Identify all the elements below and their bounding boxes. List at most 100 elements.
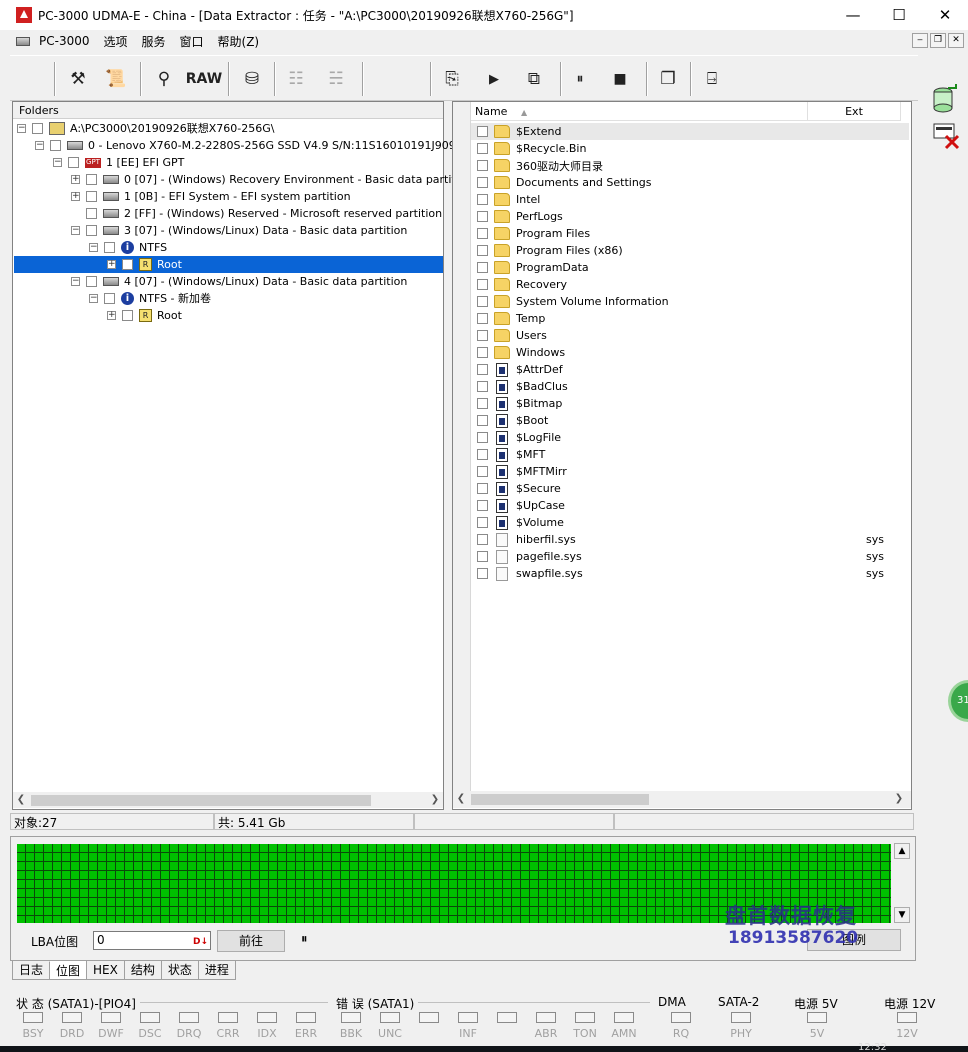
file-row[interactable]: Program Files	[471, 225, 909, 242]
tree-checkbox[interactable]	[122, 310, 133, 321]
tab-structure[interactable]: 结构	[123, 961, 162, 980]
tree-node-partition-4[interactable]: − 4 [07] - (Windows/Linux) Data - Basic …	[71, 273, 407, 290]
tree-node-disk[interactable]: − 0 - Lenovo X760-M.2-2280S-256G SSD V4.…	[35, 137, 490, 154]
scroll-right-icon[interactable]: ❯	[427, 792, 443, 808]
files-horizontal-scrollbar[interactable]: ❮ ❯	[453, 791, 911, 808]
collapse-toggle-icon[interactable]: −	[89, 243, 98, 252]
file-row[interactable]: Intel	[471, 191, 909, 208]
file-checkbox[interactable]	[477, 483, 488, 494]
tab-log[interactable]: 日志	[12, 961, 51, 980]
tree-node-task[interactable]: − A:\PC3000\20190926联想X760-256G\	[17, 120, 274, 137]
file-row[interactable]: $AttrDef	[471, 361, 909, 378]
tab-state[interactable]: 状态	[160, 961, 199, 980]
scroll-map-icon[interactable]: 📜	[100, 64, 132, 94]
close-button[interactable]: ✕	[922, 0, 968, 30]
mdi-close-button[interactable]: ✕	[948, 33, 964, 48]
lba-input[interactable]: 0 D↓	[93, 931, 211, 950]
file-checkbox[interactable]	[477, 245, 488, 256]
file-checkbox[interactable]	[477, 296, 488, 307]
menu-options[interactable]: 选项	[96, 33, 134, 50]
bitmap-pause-button[interactable]: ⏸	[301, 932, 308, 947]
decimal-mode-icon[interactable]: D↓	[193, 934, 208, 951]
file-checkbox[interactable]	[477, 126, 488, 137]
file-checkbox[interactable]	[477, 143, 488, 154]
collapse-toggle-icon[interactable]: −	[89, 294, 98, 303]
file-checkbox[interactable]	[477, 177, 488, 188]
file-row[interactable]: $Boot	[471, 412, 909, 429]
file-checkbox[interactable]	[477, 432, 488, 443]
file-checkbox[interactable]	[477, 194, 488, 205]
save-folder-icon[interactable]: ⎘	[436, 64, 468, 94]
menu-window[interactable]: 窗口	[173, 33, 211, 50]
scroll-thumb[interactable]	[31, 795, 371, 806]
menu-pc3000[interactable]: PC-3000	[32, 34, 96, 48]
file-row[interactable]: Users	[471, 327, 909, 344]
tree-checkbox[interactable]	[50, 140, 61, 151]
tree-checkbox[interactable]	[86, 174, 97, 185]
network-icon[interactable]: ⧉	[518, 64, 550, 94]
file-checkbox[interactable]	[477, 313, 488, 324]
windows-icon[interactable]: ❐	[652, 64, 684, 94]
raw-button[interactable]: RAW	[186, 64, 222, 94]
file-row[interactable]: pagefile.sys sys	[471, 548, 909, 565]
file-row[interactable]: Documents and Settings	[471, 174, 909, 191]
menu-help[interactable]: 帮助(Z)	[211, 33, 267, 50]
file-row[interactable]: $MFTMirr	[471, 463, 909, 480]
file-row[interactable]: Windows	[471, 344, 909, 361]
file-checkbox[interactable]	[477, 279, 488, 290]
disk-open-icon[interactable]: ⛁	[236, 64, 268, 94]
scroll-left-icon[interactable]: ❮	[13, 792, 29, 808]
file-row[interactable]: swapfile.sys sys	[471, 565, 909, 582]
binoculars-search-icon[interactable]: ⚲	[148, 64, 180, 94]
tab-process[interactable]: 进程	[197, 961, 236, 980]
tree-checkbox[interactable]	[86, 276, 97, 287]
maximize-button[interactable]: ☐	[876, 0, 922, 30]
tree-node-ntfs-1[interactable]: − i NTFS	[89, 239, 167, 256]
expand-toggle-icon[interactable]: +	[71, 192, 80, 201]
tab-hex[interactable]: HEX	[86, 961, 125, 980]
file-checkbox[interactable]	[477, 160, 488, 171]
file-row[interactable]: $Recycle.Bin	[471, 140, 909, 157]
scroll-up-icon[interactable]: ▲	[894, 843, 910, 859]
scroll-down-icon[interactable]: ▼	[894, 907, 910, 923]
file-checkbox[interactable]	[477, 211, 488, 222]
file-checkbox[interactable]	[477, 466, 488, 477]
file-checkbox[interactable]	[477, 534, 488, 545]
file-checkbox[interactable]	[477, 262, 488, 273]
scroll-thumb[interactable]	[471, 794, 649, 805]
collapse-toggle-icon[interactable]: −	[53, 158, 62, 167]
minimize-button[interactable]: —	[830, 0, 876, 30]
tree-node-root-selected[interactable]: + R Root	[14, 256, 443, 273]
pause-icon[interactable]: ⏸	[564, 64, 596, 94]
file-row[interactable]: $UpCase	[471, 497, 909, 514]
scroll-left-icon[interactable]: ❮	[453, 791, 469, 807]
file-row[interactable]: hiberfil.sys sys	[471, 531, 909, 548]
menu-service[interactable]: 服务	[135, 33, 173, 50]
file-checkbox[interactable]	[477, 364, 488, 375]
file-checkbox[interactable]	[477, 551, 488, 562]
file-checkbox[interactable]	[477, 228, 488, 239]
tree-node-partition-3[interactable]: − 3 [07] - (Windows/Linux) Data - Basic …	[71, 222, 407, 239]
tree-node-root-2[interactable]: + R Root	[107, 307, 182, 324]
tools-icon[interactable]: ⚒	[62, 64, 94, 94]
exit-door-icon[interactable]: ⍈	[696, 64, 728, 94]
tree-checkbox[interactable]	[86, 191, 97, 202]
file-row[interactable]: $MFT	[471, 446, 909, 463]
tree-node-partition-1[interactable]: + 1 [0B] - EFI System - EFI system parti…	[71, 188, 351, 205]
tree-checkbox[interactable]	[86, 208, 97, 219]
file-checkbox[interactable]	[477, 381, 488, 392]
file-row[interactable]: $Secure	[471, 480, 909, 497]
column-header-name[interactable]: Name ▲	[471, 102, 808, 121]
expand-toggle-icon[interactable]: +	[71, 175, 80, 184]
tree-checkbox[interactable]	[86, 225, 97, 236]
play-icon[interactable]: ▶	[478, 64, 510, 94]
file-row[interactable]: $BadClus	[471, 378, 909, 395]
collapse-toggle-icon[interactable]: −	[71, 277, 80, 286]
collapse-toggle-icon[interactable]: −	[35, 141, 44, 150]
collapse-toggle-icon[interactable]: −	[17, 124, 26, 133]
goto-button[interactable]: 前往	[217, 930, 285, 952]
tree-structure-icon[interactable]: ☷	[280, 64, 312, 94]
tree-checkbox[interactable]	[104, 293, 115, 304]
file-checkbox[interactable]	[477, 500, 488, 511]
file-row[interactable]: $Bitmap	[471, 395, 909, 412]
